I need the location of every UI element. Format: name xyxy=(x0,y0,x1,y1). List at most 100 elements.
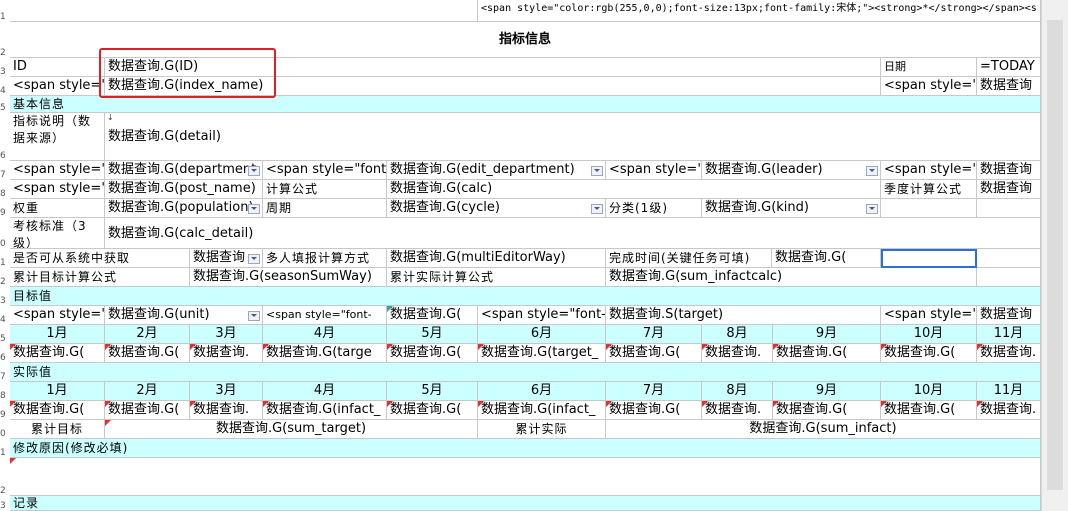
cell-standard-label[interactable]: 考核标准（3级） xyxy=(10,218,105,249)
section-actual[interactable]: 实际值 xyxy=(10,363,1041,382)
month-header-5[interactable]: 5月 xyxy=(387,382,478,401)
cell-department[interactable]: 数据查询.G(department xyxy=(105,161,263,180)
cell-query[interactable]: 数据查询 xyxy=(977,77,1041,96)
cell-multi-label[interactable]: 多人填报计算方式 xyxy=(263,249,387,268)
row-header[interactable]: 4 xyxy=(0,86,10,96)
cell-sum-target-label[interactable]: 累计目标 xyxy=(10,420,105,439)
cell-span[interactable]: <span style="font- xyxy=(263,161,387,180)
cell-span[interactable]: <span style="font- xyxy=(263,306,387,325)
row-header[interactable]: 2 xyxy=(0,277,10,287)
month-header-2[interactable]: 2月 xyxy=(105,382,190,401)
cell-empty[interactable] xyxy=(881,199,977,218)
row-header[interactable]: 2 xyxy=(0,48,10,58)
section-reason[interactable]: 修改原因(修改必填) xyxy=(10,439,1041,458)
cell-span[interactable]: <span style=" xyxy=(881,306,977,325)
month-header-8[interactable]: 8月 xyxy=(702,325,773,344)
month-value-8[interactable]: 数据查询. xyxy=(702,401,773,420)
cell-empty[interactable] xyxy=(977,249,1041,268)
month-value-9[interactable]: 数据查询.G( xyxy=(773,401,881,420)
cell-sum-target[interactable]: 数据查询.G(sum_target) xyxy=(105,420,478,439)
row-header[interactable]: 0 xyxy=(0,429,10,439)
month-value-6[interactable]: 数据查询.G(infact_ xyxy=(478,401,606,420)
dropdown-arrow-icon[interactable] xyxy=(866,166,878,176)
dropdown-arrow-icon[interactable] xyxy=(591,166,603,176)
month-value-8[interactable]: 数据查询. xyxy=(702,344,773,363)
cell-query[interactable]: 数据查询 xyxy=(977,306,1041,325)
dropdown-arrow-icon[interactable] xyxy=(866,204,878,214)
row-header[interactable]: 7 xyxy=(0,372,10,382)
row-header[interactable]: 5 xyxy=(0,103,10,113)
row-header[interactable]: 3 xyxy=(0,501,10,511)
month-header-3[interactable]: 3月 xyxy=(190,325,263,344)
dropdown-arrow-icon[interactable] xyxy=(248,166,260,176)
cell-post-name[interactable]: 数据查询.G(post_name) xyxy=(105,180,263,199)
cell-finish-label[interactable]: 完成时间(关键任务可填) xyxy=(606,249,772,268)
month-value-1[interactable]: 数据查询.G( xyxy=(10,344,105,363)
month-value-10[interactable]: 数据查询.G( xyxy=(881,344,977,363)
cell-target[interactable]: 数据查询.S(target) xyxy=(606,306,881,325)
cell-finish-value[interactable]: 数据查询.G( xyxy=(772,249,881,268)
month-header-6[interactable]: 6月 xyxy=(478,382,606,401)
month-header-7[interactable]: 7月 xyxy=(606,325,702,344)
cell-reason-input[interactable] xyxy=(10,458,1041,496)
month-value-7[interactable]: 数据查询.G( xyxy=(606,401,702,420)
cell-sum-infact-label[interactable]: 累计实际计算公式 xyxy=(387,268,606,287)
cell-sum-infactcalc[interactable]: 数据查询.G(sum_infactcalc) xyxy=(606,268,977,287)
cell-span[interactable]: <span style="font- xyxy=(478,306,606,325)
cell-sum-infact[interactable]: 数据查询.G(sum_infact) xyxy=(606,420,1041,439)
cell-system-label[interactable]: 是否可从系统中获取 xyxy=(10,249,190,268)
cell-population[interactable]: 数据查询.G(population) xyxy=(105,199,263,218)
row-header[interactable]: 6 xyxy=(0,353,10,363)
cell-html-snippet[interactable]: <span style="color:rgb(255,0,0);font-siz… xyxy=(478,0,1041,22)
month-value-2[interactable]: 数据查询.G( xyxy=(105,401,190,420)
cell-edit-department[interactable]: 数据查询.G(edit_department) xyxy=(387,161,606,180)
month-header-10[interactable]: 10月 xyxy=(881,325,977,344)
cell-sum-infact-label[interactable]: 累计实际 xyxy=(478,420,606,439)
month-header-6[interactable]: 6月 xyxy=(478,325,606,344)
month-header-3[interactable]: 3月 xyxy=(190,382,263,401)
cell-query[interactable]: 数据查询 xyxy=(977,161,1041,180)
month-value-9[interactable]: 数据查询.G( xyxy=(773,344,881,363)
month-header-1[interactable]: 1月 xyxy=(10,382,105,401)
cell-season-calc-label[interactable]: 季度计算公式 xyxy=(881,180,977,199)
month-value-3[interactable]: 数据查询. xyxy=(190,344,263,363)
month-value-11[interactable]: 数据查询. xyxy=(977,344,1041,363)
month-header-4[interactable]: 4月 xyxy=(263,325,387,344)
cell-empty[interactable] xyxy=(977,199,1041,218)
cell-query[interactable]: 数据查询 xyxy=(977,180,1041,199)
cell-cycle-label[interactable]: 周期 xyxy=(263,199,387,218)
row-header[interactable]: 1 xyxy=(0,258,10,268)
month-value-7[interactable]: 数据查询.G( xyxy=(606,344,702,363)
cell-span[interactable]: <span style=" xyxy=(10,306,105,325)
cell-leader[interactable]: 数据查询.G(leader) xyxy=(702,161,881,180)
cell-span[interactable]: <span style=" xyxy=(10,161,105,180)
section-target[interactable]: 目标值 xyxy=(10,287,1041,306)
cell-weight-label[interactable]: 权重 xyxy=(10,199,105,218)
cell-query[interactable]: 数据查询 xyxy=(190,249,263,268)
dropdown-arrow-icon[interactable] xyxy=(591,204,603,214)
month-value-5[interactable]: 数据查询.G( xyxy=(387,344,478,363)
cell-kind[interactable]: 数据查询.G(kind) xyxy=(702,199,881,218)
row-header[interactable]: 8 xyxy=(0,391,10,401)
cell-date-label[interactable]: 日期 xyxy=(881,58,977,77)
cell-calc-detail[interactable]: 数据查询.G(calc_detail) xyxy=(105,218,1041,249)
row-header[interactable]: 8 xyxy=(0,189,10,199)
cell-span[interactable]: <span style=" xyxy=(881,161,977,180)
cell-empty[interactable] xyxy=(10,0,478,22)
vertical-scrollbar[interactable] xyxy=(1041,0,1068,511)
month-value-2[interactable]: 数据查询.G( xyxy=(105,344,190,363)
cell-multi-editor[interactable]: 数据查询.G(multiEditorWay) xyxy=(387,249,606,268)
month-header-1[interactable]: 1月 xyxy=(10,325,105,344)
row-header[interactable]: 0 xyxy=(0,239,10,249)
month-header-4[interactable]: 4月 xyxy=(263,382,387,401)
cell-category-label[interactable]: 分类(1级) xyxy=(606,199,702,218)
month-value-10[interactable]: 数据查询.G( xyxy=(881,401,977,420)
row-header[interactable]: 7 xyxy=(0,170,10,180)
month-header-11[interactable]: 11月 xyxy=(977,325,1041,344)
month-header-11[interactable]: 11月 xyxy=(977,382,1041,401)
row-header[interactable]: 9 xyxy=(0,410,10,420)
section-basic-info[interactable]: 基本信息 xyxy=(10,96,1041,113)
row-header[interactable]: 4 xyxy=(0,315,10,325)
month-value-6[interactable]: 数据查询.G(target_ xyxy=(478,344,606,363)
cell-span[interactable]: <span style=" xyxy=(881,77,977,96)
